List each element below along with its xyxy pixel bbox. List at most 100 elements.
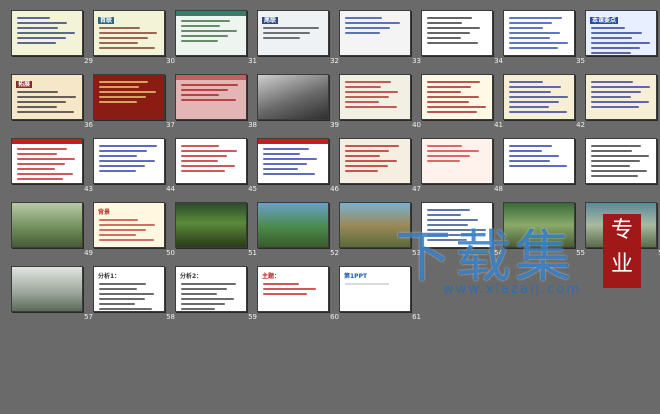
slide-number: 38 (248, 121, 257, 129)
slide-thumbnail[interactable]: 分析2： (175, 266, 247, 312)
slide-item[interactable] (585, 74, 660, 132)
slide-item[interactable]: 35 (503, 10, 585, 68)
slide-thumbnail[interactable] (257, 74, 329, 120)
slide-thumbnail[interactable] (503, 74, 575, 120)
slide-text-line (591, 27, 625, 29)
slide-item[interactable]: 42 (503, 74, 585, 132)
slide-thumbnail[interactable] (421, 202, 493, 248)
slide-item[interactable]: 背景 50 (93, 202, 175, 260)
slide-text-line (181, 160, 218, 162)
slide-item[interactable]: 51 (175, 202, 257, 260)
slide-thumbnail[interactable]: 首联 (93, 10, 165, 56)
slide-thumbnail[interactable] (175, 138, 247, 184)
slide-thumbnail[interactable]: 分析1： (93, 266, 165, 312)
slide-thumbnail[interactable]: 尾联 (257, 10, 329, 56)
slide-item[interactable]: 分析2： 59 (175, 266, 257, 324)
slide-text-line (427, 27, 480, 29)
slide-item[interactable]: 34 (421, 10, 503, 68)
slide-item[interactable]: 33 (339, 10, 421, 68)
slide-item[interactable] (585, 138, 660, 196)
slide-thumbnail[interactable] (175, 202, 247, 248)
slide-thumbnail[interactable] (503, 202, 575, 248)
slide-text-line (99, 239, 154, 241)
slide-text-line (509, 155, 560, 157)
slide-number: 32 (330, 57, 339, 65)
slide-text-line (99, 219, 138, 221)
slide-text-line (99, 155, 138, 157)
slide-item[interactable]: 56 (585, 202, 660, 260)
slide-item[interactable]: 首联 30 (93, 10, 175, 68)
slide-thumbnail[interactable] (503, 138, 575, 184)
slide-thumbnail[interactable]: 拓展 (11, 74, 83, 120)
slide-item[interactable]: 55 (503, 202, 585, 260)
slide-item[interactable]: 46 (257, 138, 339, 196)
slide-item[interactable]: 54 (421, 202, 503, 260)
slide-text-line (345, 101, 380, 103)
slide-item[interactable]: 尾联 32 (257, 10, 339, 68)
slide-item[interactable]: 主题： 60 (257, 266, 339, 324)
slide-item[interactable]: 39 (257, 74, 339, 132)
slide-thumbnail[interactable] (585, 138, 657, 184)
slide-item[interactable]: 40 (339, 74, 421, 132)
slide-text-line (181, 40, 219, 42)
slide-thumbnail[interactable] (11, 266, 83, 312)
slide-thumbnail[interactable] (93, 138, 165, 184)
slide-item[interactable]: 45 (175, 138, 257, 196)
slide-thumbnail[interactable] (339, 202, 411, 248)
slide-item[interactable]: 31 (175, 10, 257, 68)
slide-item[interactable]: 43 (11, 138, 93, 196)
slide-item[interactable]: 47 (339, 138, 421, 196)
slide-item[interactable]: 第1PPT 61 (339, 266, 421, 324)
slide-thumbnail[interactable] (339, 10, 411, 56)
slide-item[interactable]: 57 (11, 266, 93, 324)
slide-item[interactable]: 37 (93, 74, 175, 132)
slide-thumbnail[interactable]: 背景 (93, 202, 165, 248)
slide-thumbnail[interactable] (11, 202, 83, 248)
slide-item[interactable]: 41 (421, 74, 503, 132)
slide-thumbnail[interactable] (175, 74, 247, 120)
slide-thumbnail[interactable] (257, 138, 329, 184)
slide-thumbnail[interactable] (11, 138, 83, 184)
slide-thumbnail[interactable] (175, 10, 247, 56)
slide-text-line (181, 35, 228, 37)
slide-thumbnail[interactable] (257, 202, 329, 248)
slide-item[interactable]: 48 (421, 138, 503, 196)
slide-thumbnail[interactable] (11, 10, 83, 56)
slide-item[interactable]: 44 (93, 138, 175, 196)
slide-thumbnail[interactable] (421, 74, 493, 120)
slide-item[interactable]: 38 (175, 74, 257, 132)
slide-thumbnail[interactable] (421, 10, 493, 56)
slide-number: 61 (412, 313, 421, 321)
slide-item[interactable] (503, 138, 585, 196)
slide-thumbnail[interactable]: 第1PPT (339, 266, 411, 312)
slide-thumbnail[interactable] (339, 138, 411, 184)
slide-header-band (176, 75, 246, 80)
slide-thumbnail[interactable]: 本课要点 (585, 10, 657, 56)
slide-text-line (263, 27, 320, 29)
slide-number (643, 119, 660, 131)
slide-text-line (345, 27, 390, 29)
slide-text-line (345, 155, 380, 157)
slide-thumbnail[interactable]: 主题： (257, 266, 329, 312)
slide-item[interactable]: 29 (11, 10, 93, 68)
slide-item[interactable]: 53 (339, 202, 421, 260)
slide-text-line (591, 47, 641, 49)
slide-item[interactable]: 本课要点 (585, 10, 660, 68)
slide-text-line (263, 293, 307, 295)
slide-title: 分析1： (98, 273, 121, 280)
slide-thumbnail[interactable] (93, 74, 165, 120)
slide-item[interactable]: 拓展 36 (11, 74, 93, 132)
slide-thumbnail[interactable] (339, 74, 411, 120)
slide-text-line (509, 32, 560, 34)
slide-item[interactable]: 52 (257, 202, 339, 260)
slide-number: 34 (494, 57, 503, 65)
slide-thumbnail[interactable] (585, 74, 657, 120)
slide-item[interactable]: 49 (11, 202, 93, 260)
slide-thumbnail[interactable] (585, 202, 657, 248)
slide-item[interactable]: 分析1： 58 (93, 266, 175, 324)
slide-number: 60 (330, 313, 339, 321)
slide-text-lines (99, 219, 159, 244)
slide-thumbnail[interactable] (503, 10, 575, 56)
slide-text-line (427, 106, 487, 108)
slide-thumbnail[interactable] (421, 138, 493, 184)
